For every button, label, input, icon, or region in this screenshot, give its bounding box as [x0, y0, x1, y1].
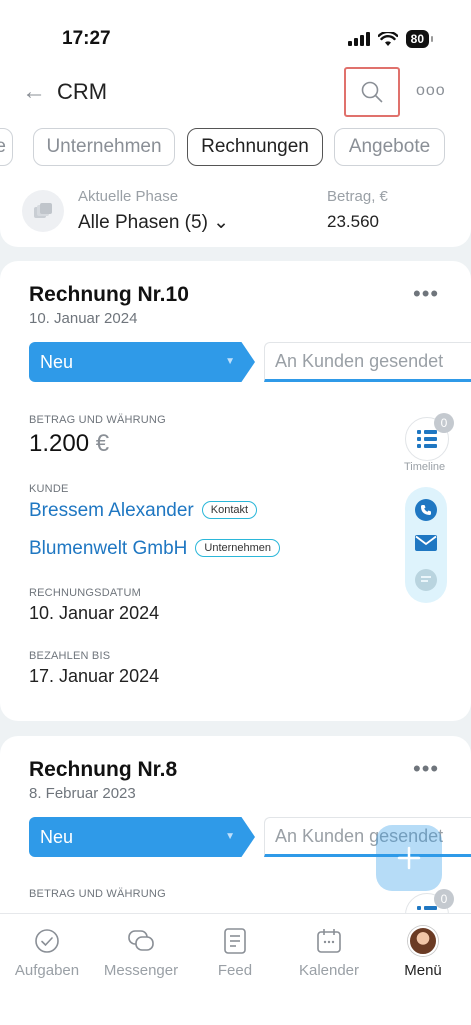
feed-icon	[188, 926, 282, 956]
total-amount: 23.560	[327, 212, 379, 231]
calendar-icon	[282, 926, 376, 956]
customer-label: KUNDE	[29, 483, 69, 495]
stage-next[interactable]: An Kunden gesendet	[264, 342, 471, 382]
mail-icon[interactable]	[415, 535, 437, 556]
quick-actions	[405, 487, 447, 603]
nav-label: Menü	[404, 962, 442, 979]
check-circle-icon	[0, 926, 94, 956]
search-icon	[361, 81, 383, 103]
amount-currency: €	[95, 430, 110, 457]
due-date-label: BEZAHLEN BIS	[29, 650, 111, 662]
plus-icon	[397, 846, 421, 870]
stage-caret-icon: ▼	[225, 356, 235, 367]
chat-disabled-icon	[415, 569, 437, 591]
card-more-button[interactable]: •••	[413, 281, 439, 307]
timeline-count-badge: 0	[434, 413, 454, 433]
stack-icon	[22, 190, 64, 232]
tab-rechnungen[interactable]: Rechnungen	[187, 128, 323, 166]
phone-icon[interactable]	[415, 499, 437, 521]
stage-current[interactable]: Neu ▼	[29, 817, 255, 857]
nav-label: Aufgaben	[14, 962, 80, 979]
phase-dropdown[interactable]: Alle Phasen (5) ⌄	[78, 211, 229, 234]
search-button[interactable]	[344, 67, 400, 117]
company-name[interactable]: Blumenwelt GmbH	[29, 538, 187, 559]
amount-label: BETRAG UND WÄHRUNG	[29, 888, 166, 900]
stage-caret-icon: ▼	[225, 831, 235, 842]
nav-item-aufgaben[interactable]: Aufgaben	[0, 926, 94, 979]
timeline-count-badge: 0	[434, 889, 454, 909]
invoice-date-label: RECHNUNGSDATUM	[29, 587, 141, 599]
nav-item-kalender[interactable]: Kalender	[282, 926, 376, 979]
nav-item-feed[interactable]: Feed	[188, 926, 282, 979]
status-bar: 17:27 80	[0, 26, 471, 54]
wifi-icon	[377, 31, 398, 46]
company-badge: Unternehmen	[195, 539, 281, 557]
add-button[interactable]	[376, 825, 442, 891]
contact-badge: Kontakt	[201, 501, 258, 519]
amount-label: BETRAG UND WÄHRUNG	[29, 414, 166, 426]
due-date-value: 17. Januar 2024	[29, 666, 160, 686]
invoice-date: 8. Februar 2023	[29, 785, 136, 802]
amount-caption: Betrag, €	[327, 188, 388, 205]
back-button[interactable]: ←	[22, 78, 46, 106]
avatar	[408, 926, 438, 956]
chat-icon	[94, 926, 188, 956]
invoice-date: 10. Januar 2024	[29, 310, 138, 327]
status-icons: 80	[347, 30, 434, 48]
signal-icon	[347, 32, 370, 46]
phase-filter[interactable]: Aktuelle Phase Alle Phasen (5) ⌄ Betrag,…	[0, 188, 471, 234]
stage-current[interactable]: Neu ▼	[29, 342, 255, 382]
stage-current-label: Neu	[40, 827, 74, 847]
invoice-title[interactable]: Rechnung Nr.8	[29, 758, 177, 782]
status-time: 17:27	[62, 28, 111, 49]
contact-link[interactable]: Bressem Alexander Kontakt	[29, 500, 258, 522]
tab-unternehmen[interactable]: Unternehmen	[33, 128, 175, 166]
nav-bar: ← CRM ooo	[0, 67, 471, 117]
header-panel: 17:27 80 ← CRM ooo e Unternehmen Rechnun…	[0, 0, 471, 247]
phase-caption: Aktuelle Phase	[78, 188, 179, 205]
invoice-date-value: 10. Januar 2024	[29, 603, 160, 623]
amount-value: 1.200	[29, 430, 90, 457]
tab-angebote[interactable]: Angebote	[334, 128, 445, 166]
nav-item-menu[interactable]: Menü	[376, 926, 470, 979]
stage-current-label: Neu	[40, 352, 74, 372]
invoice-title[interactable]: Rechnung Nr.10	[29, 283, 189, 307]
timeline-icon	[417, 430, 437, 448]
invoice-amount: 1.200 €	[29, 430, 109, 458]
tab-previous[interactable]: e	[0, 128, 13, 166]
more-options-button[interactable]: ooo	[416, 82, 446, 100]
page-title: CRM	[57, 79, 108, 104]
contact-name[interactable]: Bressem Alexander	[29, 500, 194, 521]
entity-tabs: e Unternehmen Rechnungen Angebote	[0, 128, 471, 168]
nav-label: Messenger	[103, 962, 179, 979]
nav-item-messenger[interactable]: Messenger	[94, 926, 188, 979]
nav-label: Feed	[217, 962, 253, 979]
bottom-nav: Aufgaben Messenger Feed Kalender Menü	[0, 913, 471, 1025]
invoice-card[interactable]: Rechnung Nr.10 10. Januar 2024 ••• Neu ▼…	[0, 261, 471, 721]
company-link[interactable]: Blumenwelt GmbH Unternehmen	[29, 538, 281, 560]
timeline-label: Timeline	[404, 461, 446, 473]
nav-label: Kalender	[298, 962, 360, 979]
battery-indicator: 80	[405, 30, 434, 48]
card-more-button[interactable]: •••	[413, 756, 439, 782]
